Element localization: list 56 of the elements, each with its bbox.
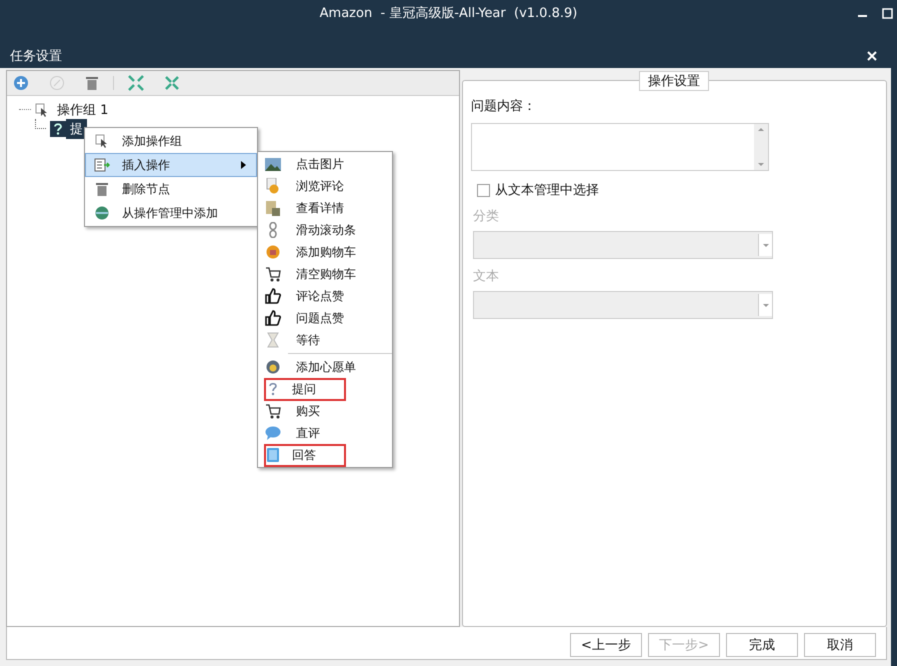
trash-icon bbox=[96, 182, 108, 196]
dialog-button[interactable]: 取消 bbox=[804, 633, 876, 657]
add-icon[interactable] bbox=[13, 75, 29, 91]
menu-item[interactable]: 从操作管理中添加 bbox=[85, 201, 257, 225]
picture-icon bbox=[265, 158, 281, 170]
cart-icon bbox=[265, 266, 281, 282]
trash-icon[interactable] bbox=[85, 75, 99, 91]
document-icon bbox=[266, 200, 280, 216]
menu-item[interactable]: 提问 bbox=[264, 378, 346, 400]
question-field[interactable] bbox=[471, 123, 769, 171]
book-icon bbox=[267, 448, 279, 462]
window-title: Amazon - 皇冠高级版-All-Year (v1.0.8.9) bbox=[320, 5, 578, 22]
dialog-button[interactable]: 完成 bbox=[726, 633, 798, 657]
menu-item[interactable]: 添加操作组 bbox=[85, 129, 257, 153]
menu-item[interactable]: 问题点赞 bbox=[292, 306, 348, 330]
maximize-icon[interactable] bbox=[882, 8, 893, 19]
expand-icon[interactable] bbox=[128, 75, 144, 91]
menu-item[interactable]: 查看详情 bbox=[292, 196, 348, 220]
submenu-arrow-icon bbox=[241, 161, 246, 169]
close-icon[interactable] bbox=[867, 51, 877, 61]
group-title: 操作设置 bbox=[639, 71, 709, 91]
box-icon bbox=[266, 245, 280, 259]
menu-item[interactable]: 等待 bbox=[292, 328, 324, 352]
speech-bubble-icon bbox=[265, 426, 281, 440]
menu-item[interactable]: 滑动滚动条 bbox=[292, 218, 360, 242]
dialog-title: 任务设置 bbox=[10, 48, 62, 65]
menu-item[interactable]: 浏览评论 bbox=[292, 174, 348, 198]
tree-item[interactable]: 操作组 1 bbox=[53, 100, 112, 120]
scroll-icon bbox=[269, 222, 277, 238]
hourglass-icon bbox=[267, 332, 279, 348]
field-label: 分类 bbox=[473, 208, 500, 225]
insert-icon bbox=[94, 158, 110, 172]
menu-item[interactable]: 插入操作 bbox=[85, 153, 257, 177]
question-icon bbox=[50, 120, 66, 136]
question-icon bbox=[269, 382, 277, 396]
checkbox[interactable] bbox=[477, 184, 490, 196]
thumbs-up-icon bbox=[265, 310, 281, 326]
collapse-icon[interactable] bbox=[164, 75, 180, 91]
menu-item[interactable]: 购买 bbox=[292, 400, 324, 422]
globe-icon bbox=[95, 206, 109, 220]
menu-item[interactable]: 删除节点 bbox=[85, 177, 257, 201]
menu-item[interactable]: 清空购物车 bbox=[292, 262, 360, 286]
field-label: 问题内容： bbox=[471, 98, 537, 115]
menu-item[interactable]: 回答 bbox=[264, 444, 346, 466]
menu-item[interactable]: 添加购物车 bbox=[292, 240, 360, 264]
menu-item[interactable]: 点击图片 bbox=[292, 152, 348, 176]
cart-icon bbox=[265, 403, 281, 419]
menu-item[interactable]: 直评 bbox=[292, 422, 324, 444]
menu-item[interactable]: 添加心愿单 bbox=[292, 356, 360, 378]
tree-item[interactable]: 提 bbox=[66, 118, 87, 138]
dialog-button[interactable]: <上一步 bbox=[570, 633, 642, 657]
cursor-icon bbox=[95, 134, 109, 148]
thumbs-up-icon bbox=[265, 288, 281, 304]
checkbox-label: 从文本管理中选择 bbox=[495, 182, 599, 199]
menu-item[interactable]: 评论点赞 bbox=[292, 284, 348, 308]
field-label: 文本 bbox=[473, 268, 500, 285]
